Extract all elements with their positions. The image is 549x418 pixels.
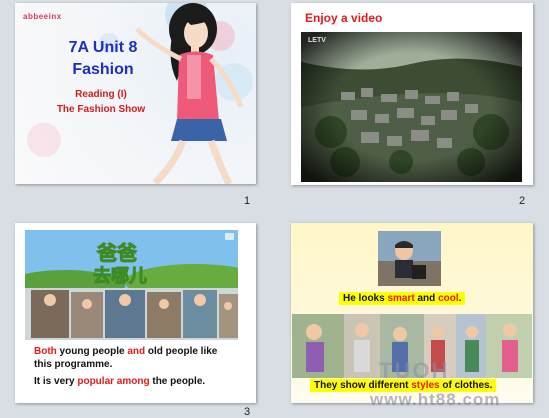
site-watermark: www.ht88.com [370, 390, 501, 409]
slide-thumbnail-4[interactable]: He looks smart and cool. TUOH They show … [291, 223, 533, 403]
photo-caption: He looks smart and cool. [339, 292, 466, 305]
slide-title: Enjoy a video [305, 11, 383, 25]
slide-subtitle-line: Reading (I) [75, 89, 127, 100]
slide-title-line: 7A Unit 8 [68, 39, 138, 56]
slide-thumbnail-1[interactable]: abbeeinx 7A Unit 8 Fashion Reading (I) T… [15, 3, 256, 184]
slide-number: 3 [244, 406, 251, 418]
brand-logo: abbeeinx [23, 12, 62, 21]
slide-text-line: this programme. [34, 359, 113, 370]
slide-text-line: It is very popular among the people. [34, 376, 206, 387]
slide-number: 2 [519, 195, 526, 207]
video-frame[interactable]: LETV [301, 32, 522, 182]
svg-text:爸爸: 爸爸 [96, 241, 137, 265]
boy-with-bag-image [378, 231, 441, 286]
families-collage-image: 爸爸 去哪儿 [25, 230, 238, 340]
slide-number: 1 [244, 195, 251, 207]
letv-logo: LETV [308, 37, 326, 44]
boy-photo [378, 231, 441, 286]
slide-thumbnail-2[interactable]: Enjoy a video LETV [291, 3, 533, 185]
tv-show-poster: 爸爸 去哪儿 [25, 230, 238, 340]
svg-text:去哪儿: 去哪儿 [93, 265, 147, 287]
slide-text-line: Both young people and old people like [34, 346, 218, 357]
slide-title-line: Fashion [72, 61, 134, 78]
slide-subtitle-line: The Fashion Show [56, 104, 146, 115]
slide-thumbnail-3[interactable]: 爸爸 去哪儿 Both young people and old people … [15, 223, 256, 403]
village-landscape-image [301, 32, 522, 182]
